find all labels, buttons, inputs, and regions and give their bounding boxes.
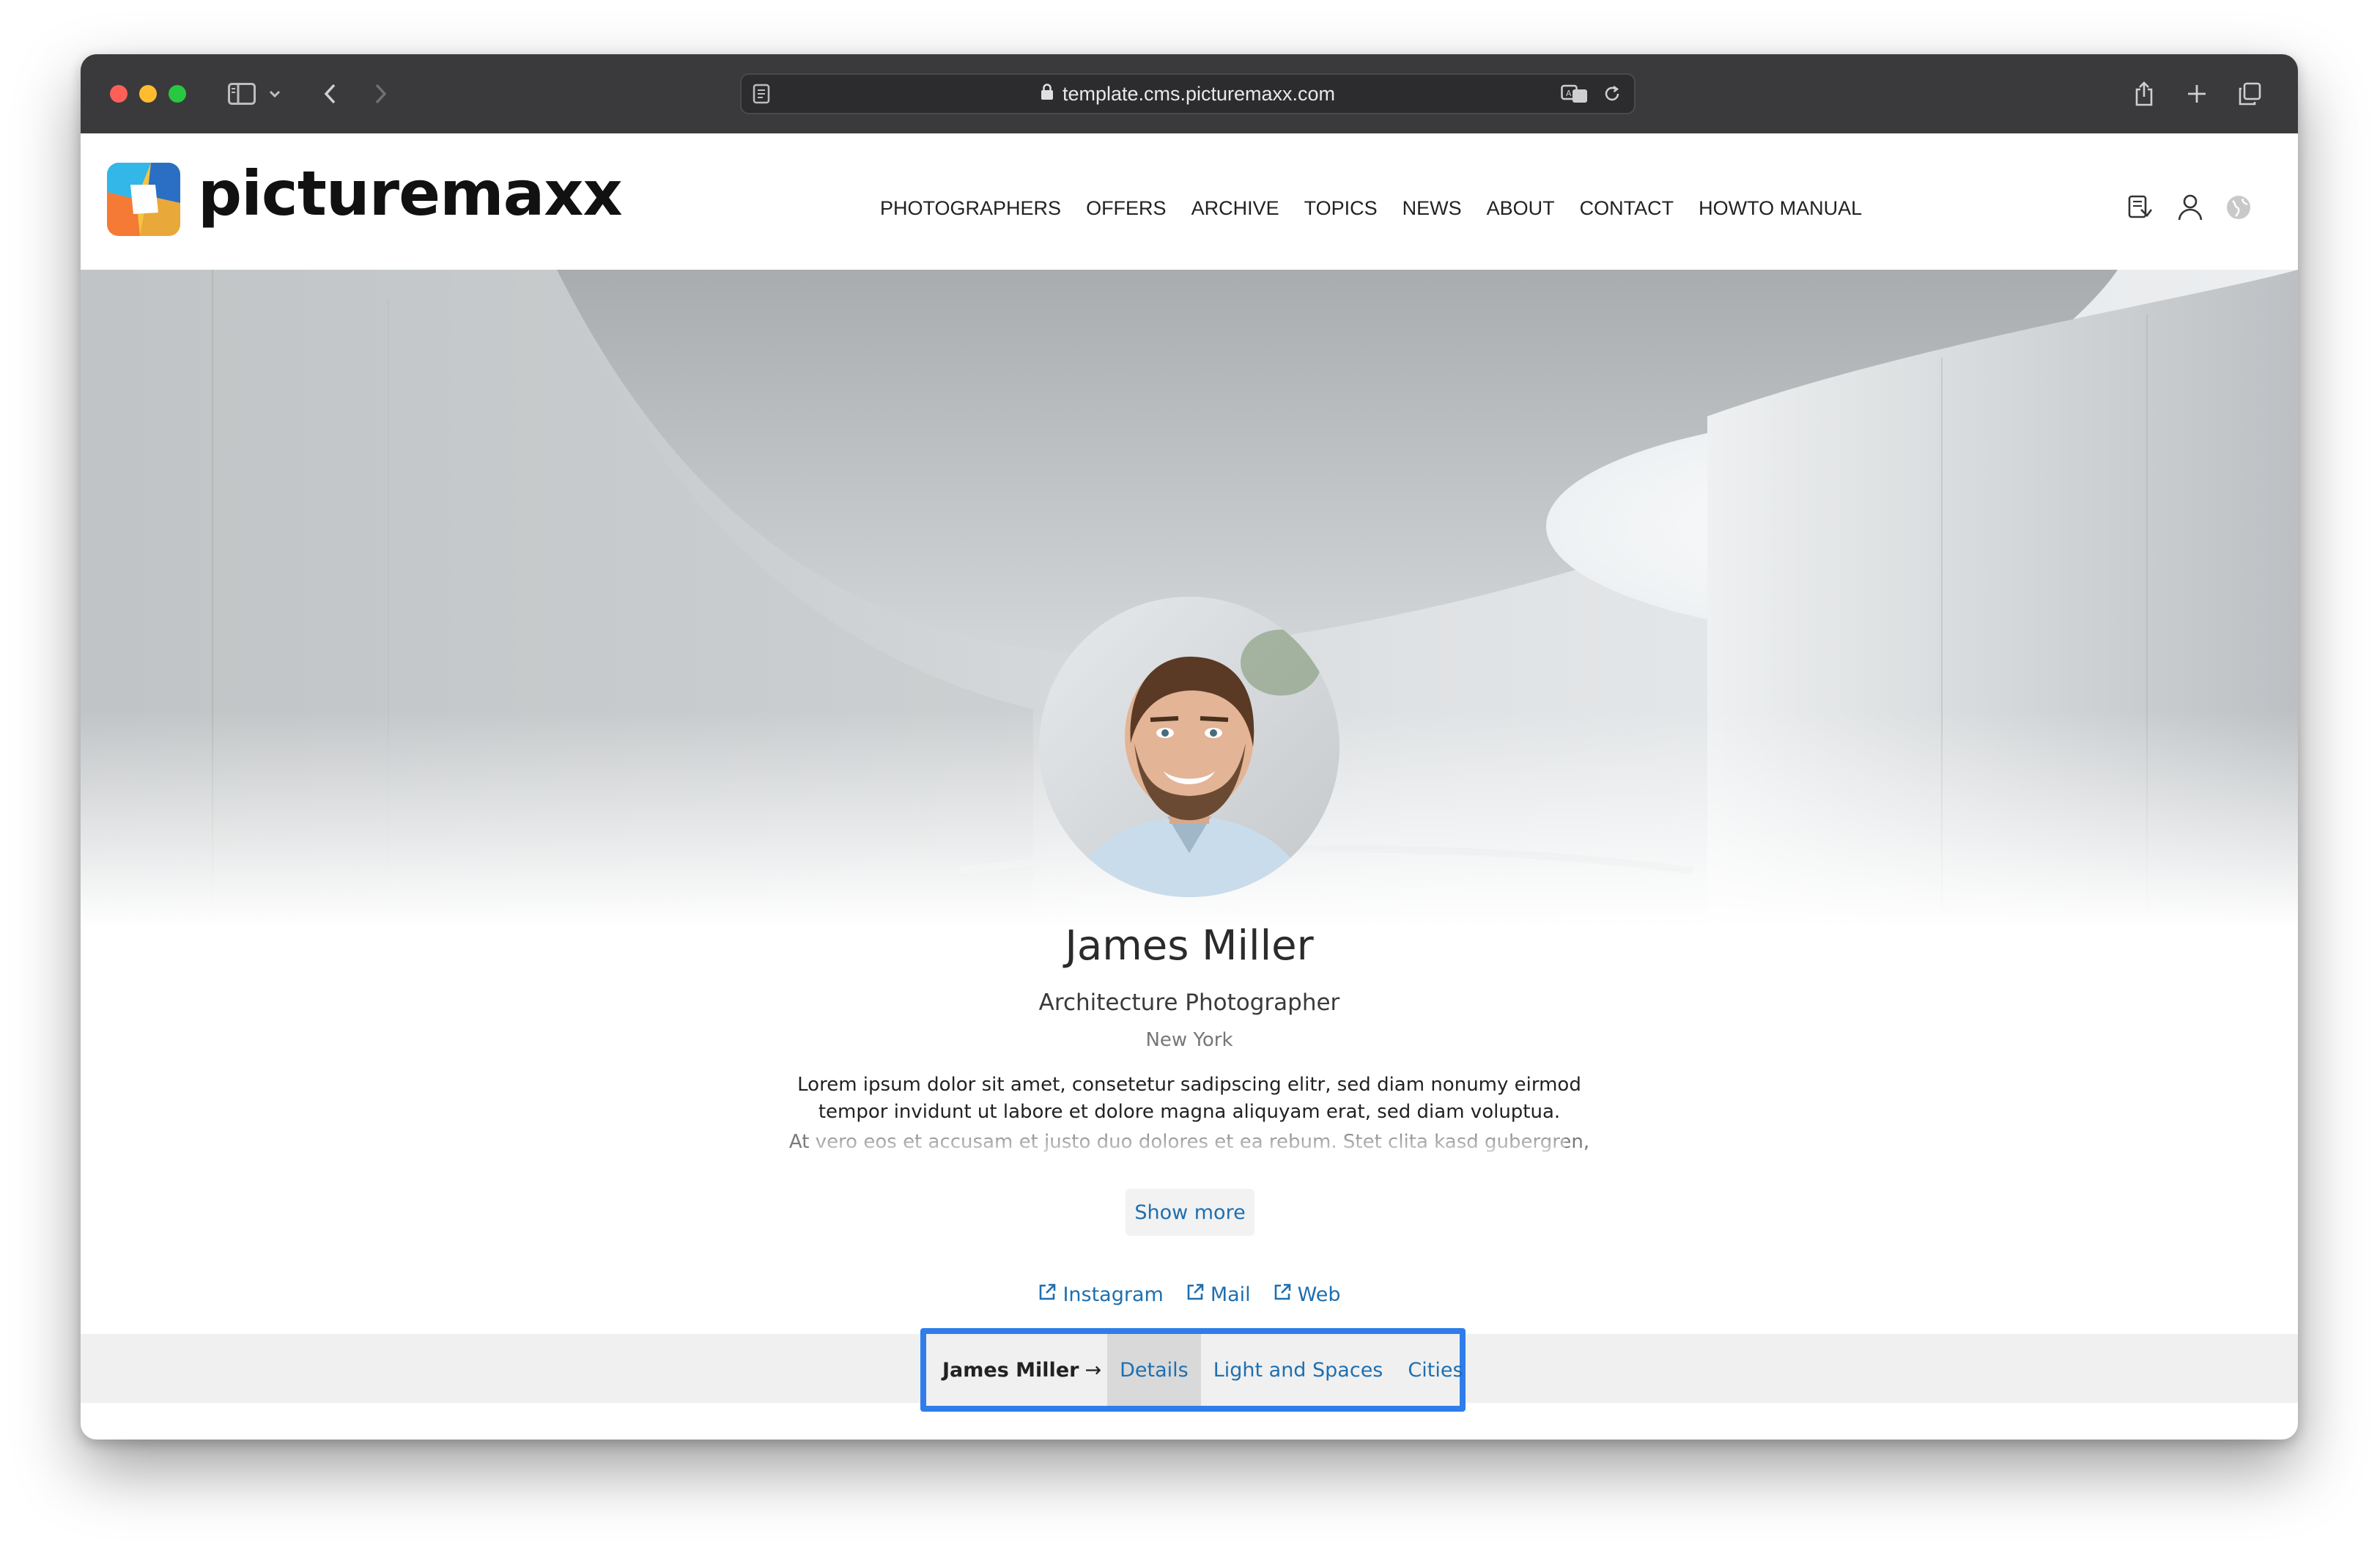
lock-icon (1041, 83, 1054, 106)
subnav-breadcrumb-name: James Miller (942, 1358, 1079, 1382)
user-icon[interactable] (2170, 188, 2210, 227)
url-text: template.cms.picturemaxx.com (1062, 82, 1336, 105)
nav-item-howto-manual[interactable]: HOWTO MANUAL (1686, 195, 1874, 221)
external-link-icon (1273, 1283, 1292, 1307)
browser-window: template.cms.picturemaxx.com A picturema… (81, 54, 2298, 1440)
share-icon[interactable] (2129, 76, 2159, 111)
new-tab-icon[interactable] (2182, 76, 2211, 111)
reload-icon[interactable] (1602, 84, 1622, 107)
photographer-avatar (1039, 597, 1339, 897)
site-header: picturemaxx PHOTOGRAPHERS OFFERS ARCHIVE… (81, 133, 2298, 270)
mail-link-label: Mail (1210, 1283, 1251, 1306)
main-nav: PHOTOGRAPHERS OFFERS ARCHIVE TOPICS NEWS… (868, 195, 1874, 221)
picturemaxx-logo-icon[interactable] (107, 163, 180, 236)
arrow-right-icon: → (1084, 1358, 1102, 1382)
address-bar[interactable]: template.cms.picturemaxx.com A (740, 73, 1636, 114)
subnav-breadcrumb: James Miller → (926, 1334, 1107, 1406)
instagram-link-label: Instagram (1062, 1283, 1164, 1306)
nav-item-topics[interactable]: TOPICS (1292, 195, 1390, 221)
nav-item-news[interactable]: NEWS (1390, 195, 1474, 221)
nav-item-photographers[interactable]: PHOTOGRAPHERS (868, 195, 1073, 221)
nav-item-offers[interactable]: OFFERS (1073, 195, 1179, 221)
nav-item-contact[interactable]: CONTACT (1567, 195, 1687, 221)
url-display[interactable]: template.cms.picturemaxx.com (742, 75, 1634, 113)
photographer-subnav: James Miller → Details Light and Spaces … (920, 1328, 1466, 1412)
zoom-window-button[interactable] (169, 85, 186, 103)
tab-light-and-spaces[interactable]: Light and Spaces (1201, 1334, 1396, 1406)
back-icon[interactable] (315, 76, 344, 111)
social-links: Instagram Mail Web (81, 1283, 2298, 1307)
svg-text:A: A (1566, 89, 1572, 98)
photographer-city: New York (1145, 1029, 1233, 1051)
minimize-window-button[interactable] (139, 85, 157, 103)
external-link-icon (1186, 1283, 1205, 1307)
nav-item-about[interactable]: ABOUT (1474, 195, 1567, 221)
external-link-icon (1038, 1283, 1057, 1307)
bio-line-2: tempor invidunt ut labore et dolore magn… (818, 1101, 1561, 1123)
mail-link[interactable]: Mail (1186, 1283, 1251, 1307)
browser-toolbar: template.cms.picturemaxx.com A (81, 54, 2298, 133)
web-link[interactable]: Web (1273, 1283, 1341, 1307)
bio-text: Lorem ipsum dolor sit amet, consetetur s… (81, 1072, 2298, 1126)
tab-overview-icon[interactable] (2235, 76, 2264, 111)
web-link-label: Web (1297, 1283, 1341, 1306)
close-window-button[interactable] (110, 85, 128, 103)
nav-item-archive[interactable]: ARCHIVE (1179, 195, 1292, 221)
tab-cities[interactable]: Cities (1395, 1334, 1475, 1406)
translate-icon[interactable]: A (1561, 84, 1589, 107)
forward-icon[interactable] (366, 76, 396, 111)
bio-line-1: Lorem ipsum dolor sit amet, consetetur s… (797, 1074, 1581, 1096)
tab-details[interactable]: Details (1107, 1334, 1201, 1406)
instagram-link[interactable]: Instagram (1038, 1283, 1164, 1307)
photographer-role: Architecture Photographer (1038, 989, 1340, 1016)
bio-fade-overlay (813, 1132, 1565, 1161)
site-logo-text[interactable]: picturemaxx (198, 157, 623, 230)
chevron-down-icon[interactable] (264, 76, 286, 111)
globe-icon[interactable] (2219, 188, 2258, 227)
photographer-name: James Miller (1065, 922, 1314, 970)
lightbox-icon[interactable] (2121, 188, 2160, 227)
sidebar-toggle-icon[interactable] (224, 76, 259, 111)
show-more-button[interactable]: Show more (1126, 1189, 1254, 1236)
